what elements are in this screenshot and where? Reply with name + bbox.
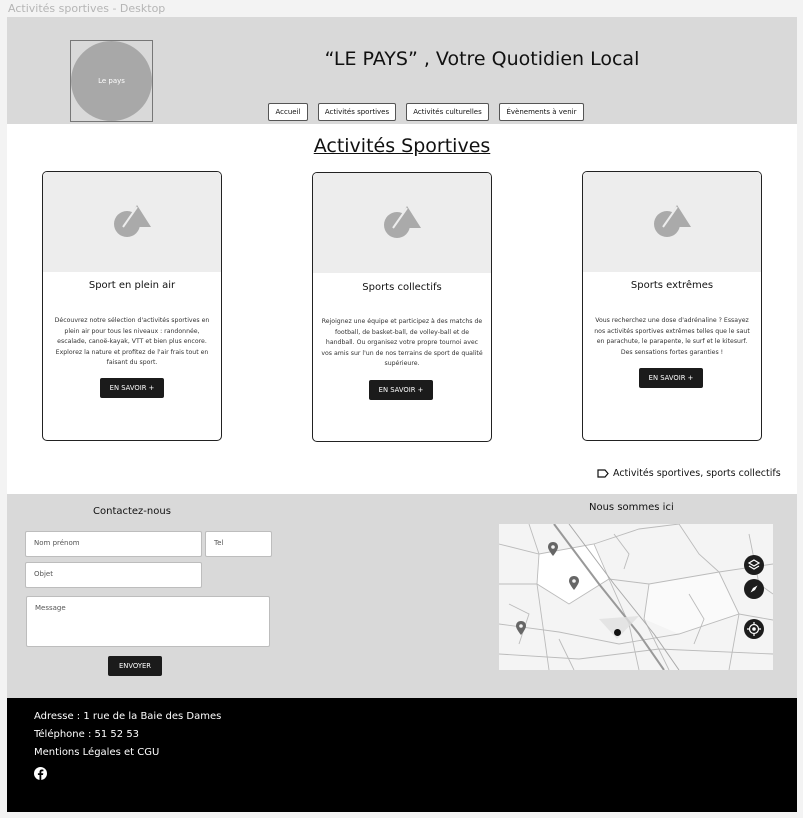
tags-text[interactable]: Activités sportives, sports collectifs — [613, 468, 781, 479]
logo-text: Le pays — [98, 77, 125, 85]
nav-activites-sportives[interactable]: Activités sportives — [318, 103, 396, 121]
nav-accueil[interactable]: Accueil — [268, 103, 308, 121]
footer-phone: Téléphone : 51 52 53 — [34, 729, 140, 740]
contact-section: Contactez-nous Nom prénom Tel Objet Mess… — [7, 494, 797, 698]
tag-icon — [597, 469, 609, 478]
page-heading: Activités Sportives — [313, 135, 491, 157]
map-streets — [499, 524, 773, 670]
tel-input[interactable]: Tel — [205, 531, 272, 557]
site-header: Le pays “LE PAYS” , Votre Quotidien Loca… — [7, 17, 797, 124]
card-title: Sport en plein air — [88, 280, 176, 291]
card-title: Sports collectifs — [362, 282, 442, 293]
learn-more-button[interactable]: EN SAVOIR + — [639, 368, 703, 388]
card-image — [43, 172, 221, 272]
map-pin-icon — [569, 576, 579, 590]
send-button[interactable]: ENVOYER — [108, 656, 162, 676]
image-placeholder-icon — [654, 205, 691, 237]
card-title: Sports extrêmes — [630, 280, 714, 291]
nav-evenements[interactable]: Évènements à venir — [499, 103, 584, 121]
learn-more-button[interactable]: EN SAVOIR + — [369, 380, 433, 400]
subject-input[interactable]: Objet — [25, 562, 202, 588]
card-sports-collectifs: Sports collectifs Rejoignez une équipe e… — [312, 172, 492, 442]
frame-label: Activités sportives - Desktop — [8, 2, 166, 15]
locate-icon[interactable] — [744, 619, 764, 639]
card-text: Rejoignez une équipe et participez à des… — [321, 318, 483, 367]
message-textarea[interactable]: Message — [26, 596, 270, 647]
footer-address: Adresse : 1 rue de la Baie des Dames — [34, 711, 222, 722]
card-sports-extremes: Sports extrêmes Vous recherchez une dose… — [582, 171, 762, 441]
nav-activites-culturelles[interactable]: Activités culturelles — [406, 103, 489, 121]
map-pin-icon — [516, 621, 526, 635]
map-pin-icon — [548, 542, 558, 556]
card-image — [583, 172, 761, 272]
footer-legal-link[interactable]: Mentions Légales et CGU — [34, 747, 159, 758]
card-text: Découvrez notre sélection d'activités sp… — [54, 317, 210, 366]
contact-title: Contactez-nous — [93, 506, 171, 517]
map[interactable] — [499, 524, 773, 670]
logo[interactable]: Le pays — [70, 40, 153, 122]
site-footer: Adresse : 1 rue de la Baie des Dames Tél… — [7, 698, 797, 812]
facebook-icon[interactable] — [34, 767, 47, 780]
name-input[interactable]: Nom prénom — [25, 531, 202, 557]
page-frame: Le pays “LE PAYS” , Votre Quotidien Loca… — [7, 17, 797, 812]
tags: Activités sportives, sports collectifs — [597, 468, 781, 479]
site-title: “LE PAYS” , Votre Quotidien Local — [324, 48, 640, 70]
image-placeholder-icon — [384, 206, 421, 238]
layers-icon[interactable] — [744, 555, 764, 575]
image-placeholder-icon — [114, 205, 151, 237]
learn-more-button[interactable]: EN SAVOIR + — [100, 378, 164, 398]
map-title: Nous sommes ici — [589, 502, 674, 513]
compass-icon[interactable] — [744, 579, 764, 599]
card-sport-plein-air: Sport en plein air Découvrez notre sélec… — [42, 171, 222, 441]
card-text: Vous recherchez une dose d'adrénaline ? … — [594, 317, 750, 356]
current-location-dot — [614, 629, 621, 636]
logo-circle: Le pays — [71, 41, 152, 121]
card-image — [313, 173, 491, 273]
